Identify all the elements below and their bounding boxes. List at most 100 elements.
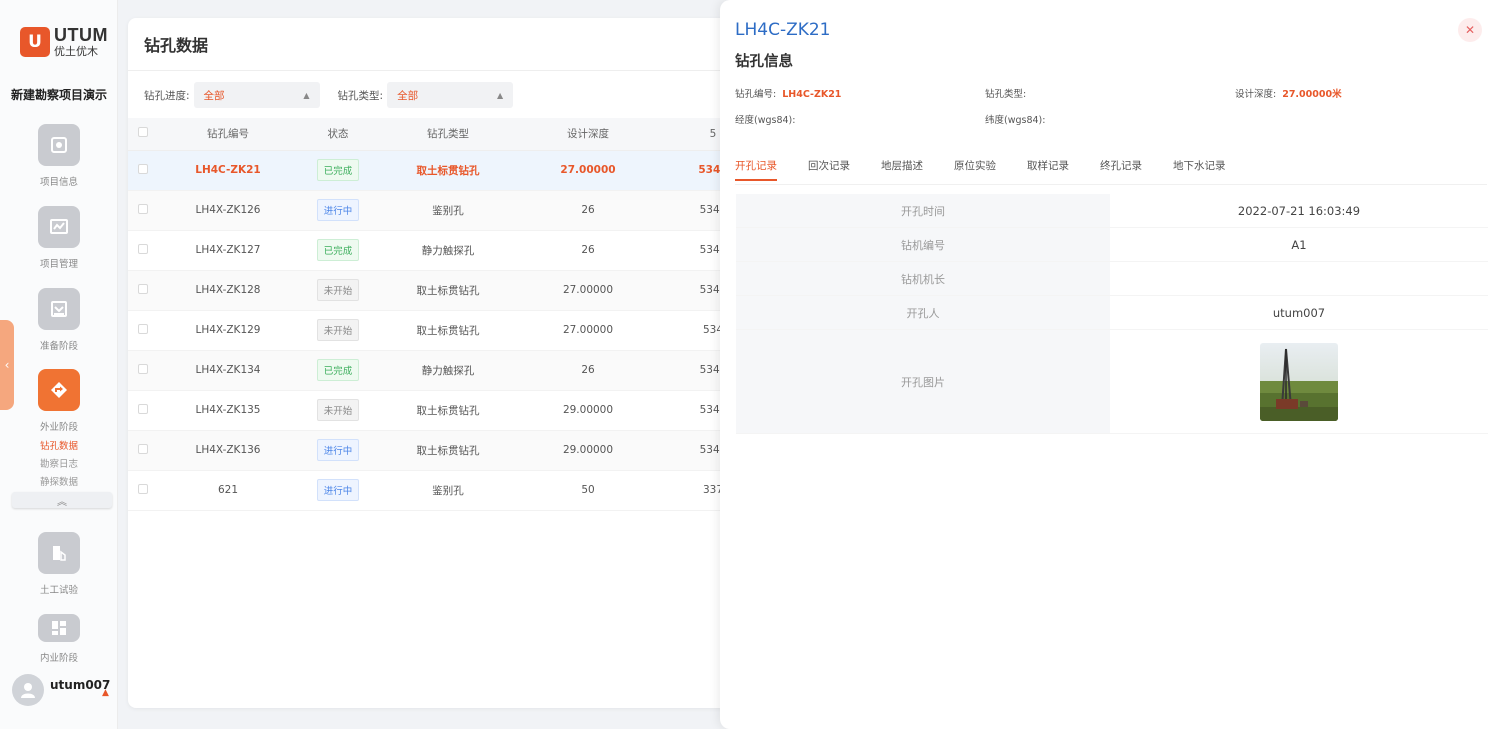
cell-status: 已完成 — [298, 230, 378, 271]
project-name[interactable]: 新建勘察项目演示 — [0, 86, 118, 103]
column-header-status[interactable]: 状态 — [298, 118, 378, 151]
table-row[interactable]: LH4X-ZK134 已完成 静力触探孔 26 5341 — [128, 350, 728, 391]
borehole-photo[interactable] — [1260, 342, 1338, 421]
type-filter-select[interactable]: 全部 ▲ — [387, 82, 514, 108]
row-checkbox[interactable] — [138, 483, 148, 494]
submenu-item-survey-log[interactable]: 勘察日志 — [40, 456, 78, 470]
page-title: 钻孔数据 — [144, 36, 209, 55]
grid-icon — [38, 614, 80, 642]
sidebar-item-prep-stage[interactable]: 准备阶段 — [0, 288, 118, 352]
cell-extra: 5341 — [658, 350, 728, 391]
cell-depth: 29.00000 — [518, 430, 658, 471]
row-checkbox-cell — [128, 350, 158, 391]
inbox-icon — [38, 288, 80, 330]
table-row[interactable]: LH4C-ZK21 已完成 取土标贯钻孔 27.00000 5341 — [128, 150, 728, 191]
collapse-submenu-button[interactable]: ︽ — [12, 492, 112, 508]
type-filter-value: 全部 — [397, 89, 419, 102]
tab-run-record[interactable]: 回次记录 — [808, 158, 850, 181]
cell-status: 未开始 — [298, 270, 378, 311]
divider — [128, 70, 728, 71]
cell-code[interactable]: LH4X-ZK136 — [158, 430, 298, 471]
row-checkbox-cell — [128, 190, 158, 231]
record-label: 开孔人 — [736, 296, 1110, 329]
table-row[interactable]: LH4X-ZK127 已完成 静力触探孔 26 5341 — [128, 230, 728, 271]
caret-up-icon: ▲ — [102, 688, 109, 698]
cell-code[interactable]: LH4X-ZK135 — [158, 390, 298, 431]
row-checkbox[interactable] — [138, 363, 148, 374]
row-checkbox[interactable] — [138, 163, 148, 174]
column-header-code[interactable]: 钻孔编号 — [158, 118, 298, 151]
row-checkbox[interactable] — [138, 403, 148, 414]
submenu-item-borehole-data[interactable]: 钻孔数据 — [40, 438, 78, 452]
record-label: 开孔图片 — [736, 330, 1110, 433]
row-checkbox-cell — [128, 430, 158, 471]
tab-stratum-description[interactable]: 地层描述 — [881, 158, 923, 181]
cell-code[interactable]: LH4X-ZK134 — [158, 350, 298, 391]
record-label: 钻机机长 — [736, 262, 1110, 295]
record-value — [1110, 262, 1488, 295]
cell-extra: 5341 — [658, 430, 728, 471]
logo-mark: U — [20, 26, 50, 57]
close-button[interactable]: ✕ — [1458, 18, 1482, 42]
table-row[interactable]: 621 进行中 鉴别孔 50 337 — [128, 470, 728, 511]
cell-code[interactable]: LH4X-ZK126 — [158, 190, 298, 231]
row-checkbox[interactable] — [138, 283, 148, 294]
cell-code[interactable]: LH4X-ZK127 — [158, 230, 298, 271]
column-header-extra[interactable]: 5 — [658, 118, 728, 151]
cell-type: 鉴别孔 — [378, 470, 518, 511]
sidebar-item-field-stage[interactable]: 外业阶段 — [0, 369, 118, 433]
progress-filter-select[interactable]: 全部 ▲ — [193, 82, 320, 108]
table-row[interactable]: LH4X-ZK135 未开始 取土标贯钻孔 29.00000 5341 — [128, 390, 728, 431]
opening-record-table: 开孔时间 2022-07-21 16:03:49 钻机编号 A1 钻机机长 开孔… — [736, 194, 1488, 434]
chevron-up-icon: ︽ — [57, 496, 67, 508]
table-row[interactable]: LH4X-ZK126 进行中 鉴别孔 26 5341 — [128, 190, 728, 231]
sidebar-item-project-management[interactable]: 项目管理 — [0, 206, 118, 270]
filter-bar: 钻孔进度: 全部 ▲ 钻孔类型: 全部 ▲ — [144, 82, 527, 108]
cell-type: 取土标贯钻孔 — [378, 270, 518, 311]
gear-icon — [38, 124, 80, 166]
cell-depth: 26 — [518, 350, 658, 391]
tab-sampling-record[interactable]: 取样记录 — [1027, 158, 1069, 181]
cell-depth: 27.00000 — [518, 310, 658, 351]
status-badge: 已完成 — [316, 159, 360, 181]
submenu-item-cpt-data[interactable]: 静探数据 — [40, 474, 78, 488]
cell-depth: 26 — [518, 230, 658, 271]
row-checkbox[interactable] — [138, 443, 148, 454]
select-all-cell — [128, 118, 158, 151]
cell-code[interactable]: LH4X-ZK129 — [158, 310, 298, 351]
cell-code[interactable]: 621 — [158, 470, 298, 511]
brand-name: UTUM — [54, 25, 108, 45]
cell-code[interactable]: LH4X-ZK128 — [158, 270, 298, 311]
cell-extra: 534 — [658, 310, 728, 351]
info-longitude: 经度(wgs84): — [735, 112, 801, 126]
user-menu[interactable]: utum007 ▲ — [12, 674, 110, 706]
column-header-type[interactable]: 钻孔类型 — [378, 118, 518, 151]
tab-final-record[interactable]: 终孔记录 — [1100, 158, 1142, 181]
tab-groundwater-record[interactable]: 地下水记录 — [1173, 158, 1226, 181]
cell-depth: 29.00000 — [518, 390, 658, 431]
table-row[interactable]: LH4X-ZK128 未开始 取土标贯钻孔 27.00000 5341 — [128, 270, 728, 311]
tab-in-situ-test[interactable]: 原位实验 — [954, 158, 996, 181]
column-header-depth[interactable]: 设计深度 — [518, 118, 658, 151]
sidebar-item-soil-test[interactable]: 土工试验 — [0, 532, 118, 596]
status-badge: 进行中 — [316, 199, 360, 221]
select-all-checkbox[interactable] — [138, 127, 148, 138]
caret-up-icon: ▲ — [303, 90, 310, 100]
row-checkbox[interactable] — [138, 323, 148, 334]
record-label: 开孔时间 — [736, 194, 1110, 227]
table-row[interactable]: LH4X-ZK136 进行中 取土标贯钻孔 29.00000 5341 — [128, 430, 728, 471]
row-checkbox[interactable] — [138, 203, 148, 214]
cell-code[interactable]: LH4C-ZK21 — [158, 150, 298, 191]
expand-panel-tab[interactable]: ‹ — [0, 320, 14, 410]
table-row[interactable]: LH4X-ZK129 未开始 取土标贯钻孔 27.00000 534 — [128, 310, 728, 351]
cell-type: 鉴别孔 — [378, 190, 518, 231]
info-design-depth: 设计深度: 27.00000米 — [1235, 86, 1342, 100]
sidebar-item-office-stage[interactable]: 内业阶段 — [0, 614, 118, 664]
tab-opening-record[interactable]: 开孔记录 — [735, 158, 777, 181]
record-value: A1 — [1291, 237, 1307, 252]
cell-status: 已完成 — [298, 350, 378, 391]
row-checkbox[interactable] — [138, 243, 148, 254]
info-label: 钻孔编号: — [735, 89, 777, 100]
sidebar-item-project-info[interactable]: 项目信息 — [0, 124, 118, 188]
close-icon: ✕ — [1464, 23, 1476, 37]
